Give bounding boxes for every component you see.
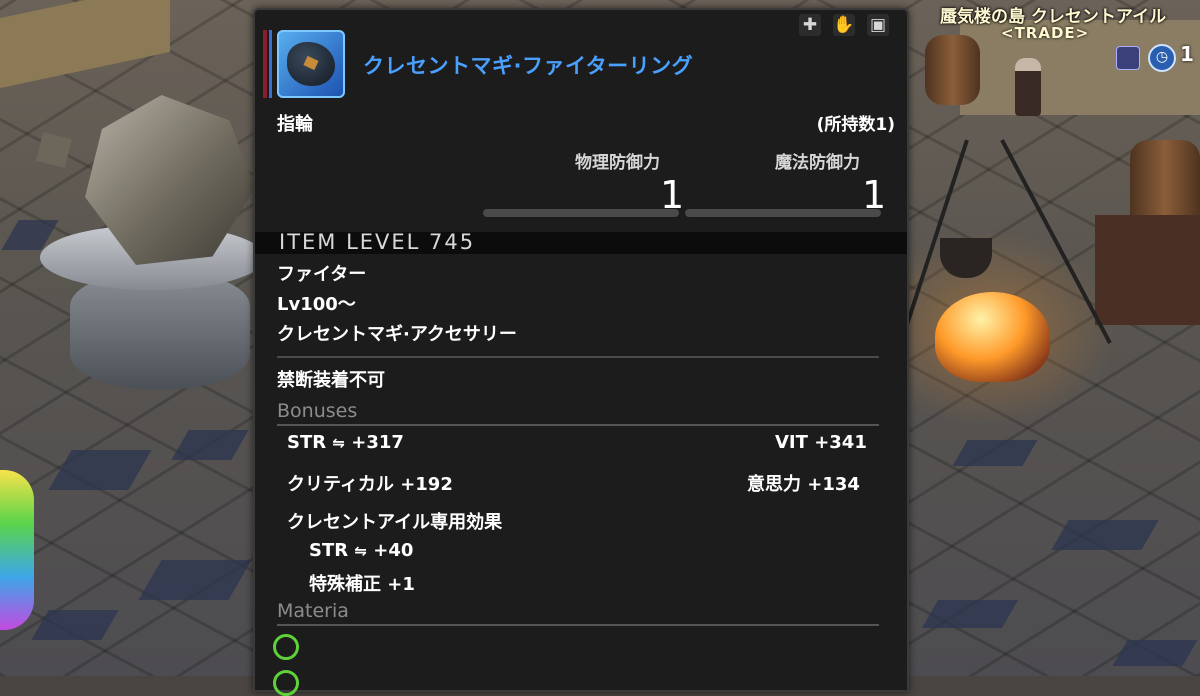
bonus-determination: 意思力 +134 [747,470,860,496]
floating-rock [36,132,72,168]
floor-tile [921,600,1019,628]
effect-value: +40 [373,540,414,561]
physical-defense-bar [483,209,679,217]
tooltip-icon-row: ✚ ✋ ▣ [799,14,889,36]
floor-tile [48,450,152,490]
floor-tile [31,610,119,640]
vendor-icon[interactable]: ▣ [867,14,889,36]
bonus-value: +134 [807,474,860,495]
bonus-name: 意思力 [747,474,801,495]
bonuses-header: Bonuses [277,400,358,422]
rarity-bar [263,30,267,98]
synced-icon: ⇋ [354,542,367,560]
rainbow-cloth [0,470,34,630]
materia-header: Materia [277,600,349,622]
materia-slot [273,670,299,696]
bonus-name: VIT [775,432,808,453]
effect-value: +1 [387,574,415,595]
plus-icon[interactable]: ✚ [799,14,821,36]
physical-defense-label: 物理防御力 [575,153,660,173]
trade-label: <TRADE> [1001,24,1090,42]
bonus-name: STR [287,432,327,453]
clock-icon[interactable]: ◷ [1148,44,1176,72]
wooden-bench [1095,215,1200,325]
ring-icon [277,30,345,98]
special-effect-bonus: 特殊補正 +1 [309,570,415,596]
floor-tile [1051,520,1159,550]
barrel [925,35,980,105]
floor-tile [952,440,1038,466]
bonus-value: +317 [351,432,404,453]
bonus-str: STR ⇋ +317 [287,432,404,453]
level-requirement: Lv100～ [277,294,356,315]
item-category: 指輪 [277,114,313,135]
job-requirement: ファイター [277,264,367,285]
time-readout: 1 [1180,42,1194,66]
campfire [935,292,1050,382]
magic-defense-bar [685,209,881,217]
rarity-bar [269,30,272,98]
materia-slot [273,634,299,660]
item-series: クレセントマギ·アクセサリー [277,324,517,345]
floor-tile [171,430,249,460]
effect-name: 特殊補正 [309,574,381,595]
bonus-vit: VIT +341 [775,432,867,453]
item-tooltip: クレセントマギ·ファイターリング ✚ ✋ ▣ 指輪 (所持数1) 物理防御力 1… [253,8,909,696]
divider [277,356,879,358]
effect-name: STR [309,540,349,561]
item-level: ITEM LEVEL 745 [279,230,476,254]
forbidden-melding-note: 禁断装着不可 [277,370,385,391]
bonus-value: +341 [814,432,867,453]
floor-tile [1112,640,1198,666]
status-icon[interactable] [1116,46,1140,70]
divider [277,624,879,626]
bonus-name: クリティカル [287,474,394,495]
magic-defense-label: 魔法防御力 [775,153,860,173]
owned-count: (所持数1) [816,115,895,135]
bonus-value: +192 [400,474,453,495]
cooking-pot [940,238,992,278]
floor-tile [138,560,252,600]
hand-icon[interactable]: ✋ [833,14,855,36]
special-effect-header: クレセントアイル専用効果 [287,512,503,533]
npc-character[interactable] [1015,58,1041,116]
divider [277,424,879,426]
synced-icon: ⇋ [332,434,345,452]
special-effect-str: STR ⇋ +40 [309,540,413,561]
bonus-critical: クリティカル +192 [287,470,453,496]
item-name: クレセントマギ·ファイターリング [363,54,694,78]
tent-canopy [0,0,170,89]
